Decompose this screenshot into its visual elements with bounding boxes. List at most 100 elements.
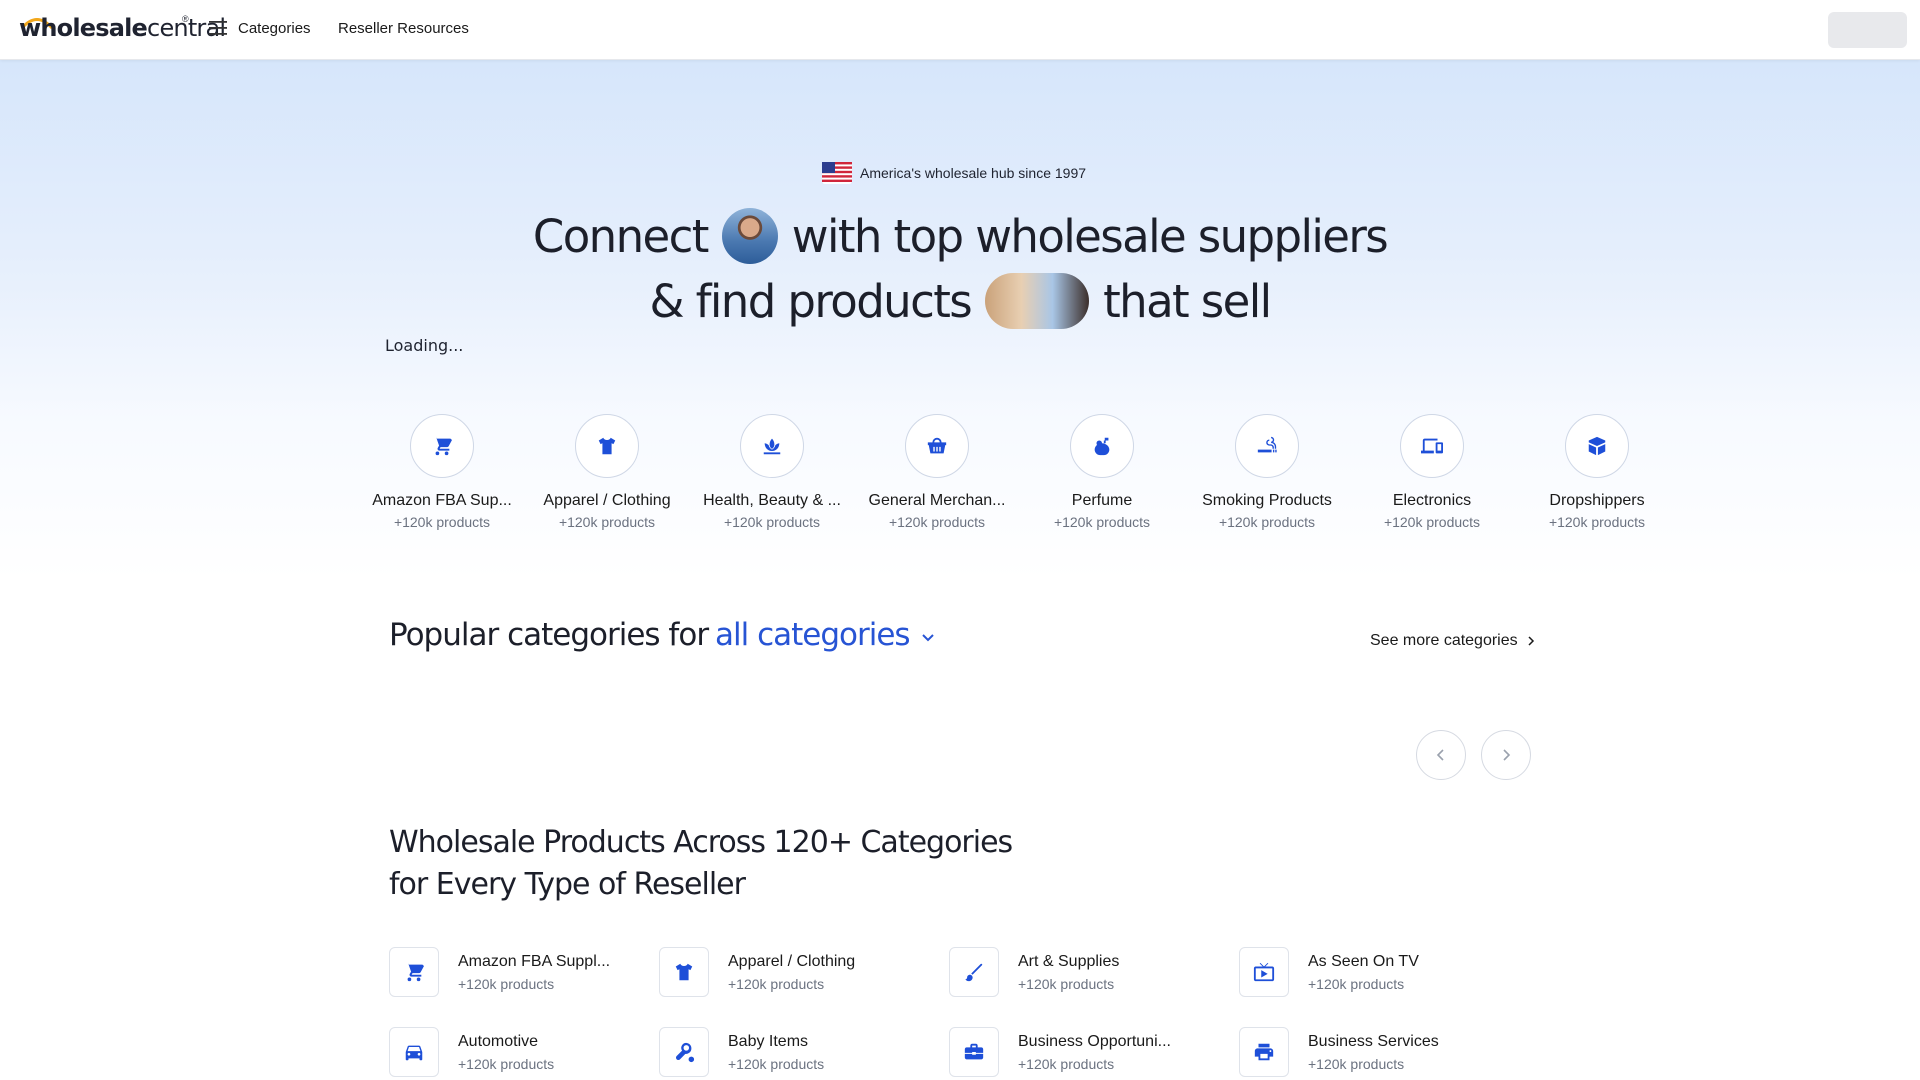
headline-find-products: & find products [649, 274, 972, 328]
category-name: Baby Items [728, 1033, 809, 1050]
category-art-supplies[interactable]: Art & Supplies +120k products [949, 947, 1209, 999]
loading-text: Loading... [385, 336, 464, 355]
headline-connect: Connect [532, 209, 709, 263]
chevron-right-icon [1528, 636, 1534, 646]
shirt-icon [675, 963, 693, 981]
headline-that-sell: that sell [1103, 274, 1272, 328]
top-category-circle [1235, 414, 1299, 478]
top-categories-row: Amazon FBA Sup... +120k products Apparel… [367, 414, 1645, 534]
top-category-circle [410, 414, 474, 478]
person-avatar-image [721, 208, 778, 264]
baby-icon [675, 1042, 695, 1063]
top-category-amazon-fba[interactable]: Amazon FBA Sup... +120k products [367, 414, 517, 530]
category-count: +120k products [458, 976, 555, 992]
category-icon-box [659, 947, 709, 997]
devices-icon [1421, 438, 1443, 454]
top-category-count: +120k products [723, 514, 821, 530]
top-header: wholesalecentral ® Categories Reseller R… [0, 0, 1920, 60]
category-count: +120k products [1308, 1056, 1405, 1072]
category-filter-value: all categories [715, 617, 911, 653]
basket-icon [927, 437, 947, 454]
top-category-dropshippers[interactable]: Dropshippers +120k products [1522, 414, 1672, 530]
brush-icon [965, 963, 983, 982]
perfume-icon [1094, 437, 1110, 456]
us-flag-icon [822, 162, 852, 184]
hero-headline-line2: & find products that sell [0, 273, 1920, 329]
top-category-circle [575, 414, 639, 478]
car-icon [405, 1045, 423, 1061]
category-count: +120k products [458, 1056, 555, 1072]
top-category-name: Apparel / Clothing [543, 492, 671, 509]
category-automotive[interactable]: Automotive +120k products [389, 1027, 649, 1079]
top-category-count: +120k products [1383, 514, 1481, 530]
category-baby-items[interactable]: Baby Items +120k products [659, 1027, 919, 1079]
category-as-seen-on-tv[interactable]: As Seen On TV +120k products [1239, 947, 1499, 999]
category-name: Automotive [458, 1033, 539, 1050]
printer-icon [1254, 1043, 1274, 1061]
top-category-electronics[interactable]: Electronics +120k products [1357, 414, 1507, 530]
category-name: Business Opportuni... [1018, 1033, 1171, 1050]
logo[interactable]: wholesalecentral ® [0, 0, 226, 60]
cart-icon [433, 436, 452, 456]
category-name: Apparel / Clothing [728, 953, 856, 970]
tv-icon [1253, 962, 1275, 982]
seller-photo-image [985, 273, 1090, 329]
see-more-label: See more categories [1370, 632, 1518, 649]
category-amazon-fba[interactable]: Amazon FBA Suppl... +120k products [389, 947, 649, 999]
top-category-circle [740, 414, 804, 478]
nav-reseller-resources[interactable]: Reseller Resources [338, 20, 469, 37]
top-category-general-merchandise[interactable]: General Merchan... +120k products [862, 414, 1012, 530]
top-category-name: Electronics [1392, 492, 1472, 509]
carousel-prev-button[interactable] [1416, 730, 1466, 780]
top-category-apparel[interactable]: Apparel / Clothing +120k products [532, 414, 682, 530]
categories-section-title: Wholesale Products Across 120+ Categorie… [389, 825, 1013, 902]
category-business-opportunities[interactable]: Business Opportuni... +120k products [949, 1027, 1209, 1079]
category-count: +120k products [728, 976, 825, 992]
category-icon-box [949, 1027, 999, 1077]
category-name: Business Services [1308, 1033, 1439, 1050]
cart-icon [405, 962, 424, 982]
top-category-health-beauty[interactable]: Health, Beauty & ... +120k products [697, 414, 847, 530]
popular-categories-title: Popular categories for [389, 617, 709, 653]
top-category-count: +120k products [888, 514, 986, 530]
category-name: As Seen On TV [1308, 953, 1419, 970]
top-category-count: +120k products [1218, 514, 1316, 530]
top-category-smoking[interactable]: Smoking Products +120k products [1192, 414, 1342, 530]
category-filter-dropdown[interactable]: all categories [715, 617, 936, 653]
chevron-down-icon [921, 634, 934, 642]
category-icon-box [389, 947, 439, 997]
category-business-services[interactable]: Business Services +120k products [1239, 1027, 1499, 1079]
smoking-icon [1257, 436, 1277, 453]
category-icon-box [389, 1027, 439, 1077]
top-category-circle [1070, 414, 1134, 478]
box-icon [1588, 436, 1606, 456]
category-count: +120k products [1018, 1056, 1115, 1072]
top-category-circle [1400, 414, 1464, 478]
top-category-name: Smoking Products [1202, 492, 1332, 509]
category-apparel[interactable]: Apparel / Clothing +120k products [659, 947, 919, 999]
category-icon-box [949, 947, 999, 997]
shirt-icon [598, 437, 616, 455]
header-action-button[interactable] [1828, 12, 1907, 48]
hero-badge: America's wholesale hub since 1997 [822, 162, 1086, 184]
logo-registered-mark: ® [182, 14, 189, 24]
top-category-perfume[interactable]: Perfume +120k products [1027, 414, 1177, 530]
headline-suppliers: with top wholesale suppliers [791, 209, 1389, 263]
logo-text-bold: wholesale [19, 14, 148, 42]
category-name: Amazon FBA Suppl... [458, 953, 611, 970]
top-category-count: +120k products [1053, 514, 1151, 530]
category-icon-box [1239, 947, 1289, 997]
chevron-right-icon [1503, 749, 1511, 761]
category-count: +120k products [1018, 976, 1115, 992]
top-category-name: Health, Beauty & ... [703, 492, 841, 509]
hamburger-menu-icon[interactable] [209, 20, 227, 36]
top-category-circle [1565, 414, 1629, 478]
chevron-left-icon [1436, 749, 1444, 761]
category-icon-box [1239, 1027, 1289, 1077]
nav-categories[interactable]: Categories [238, 20, 311, 37]
lotus-icon [763, 438, 781, 455]
carousel-next-button[interactable] [1481, 730, 1531, 780]
top-category-count: +120k products [558, 514, 656, 530]
briefcase-icon [964, 1043, 984, 1060]
see-more-categories-link[interactable]: See more categories [1370, 632, 1536, 650]
